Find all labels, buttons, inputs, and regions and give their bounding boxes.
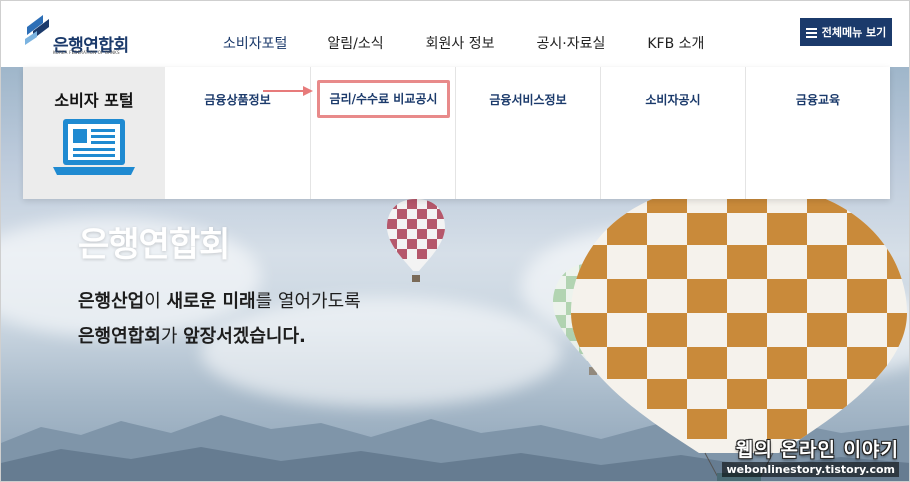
- laptop-icon: [53, 119, 135, 175]
- nav-kfb-about[interactable]: KFB 소개: [647, 33, 704, 53]
- annotation-arrow-icon: [263, 86, 313, 96]
- main-navigation: 소비자포털 알림/소식 회원사 정보 공시·자료실 KFB 소개: [223, 33, 704, 53]
- all-menu-button[interactable]: 전체메뉴 보기: [800, 18, 892, 46]
- kfb-logo[interactable]: 은행연합회 KOREA FEDERATION OF BANKS: [23, 11, 133, 56]
- watermark-url: webonlinestory.tistory.com: [722, 462, 899, 477]
- nav-member-info[interactable]: 회원사 정보: [426, 33, 495, 53]
- submenu-financial-services: 금융서비스정보: [455, 67, 600, 199]
- all-menu-label: 전체메뉴 보기: [821, 26, 887, 39]
- submenu-item-financial-services[interactable]: 금융서비스정보: [456, 91, 600, 108]
- logo-subtext: KOREA FEDERATION OF BANKS: [53, 50, 120, 55]
- submenu-financial-education: 금융교육: [745, 67, 890, 199]
- submenu-section-title: 소비자 포털: [54, 91, 134, 110]
- nav-consumer-portal[interactable]: 소비자포털: [223, 33, 287, 53]
- hero-title: 은행연합회: [78, 225, 230, 265]
- submenu-section-panel: 소비자 포털: [23, 67, 165, 199]
- consumer-portal-submenu: 소비자 포털 금융상품정보 금리/수수료 비교공시 금융서비스정보 소비자공시: [23, 67, 890, 199]
- submenu-consumer-disclosure: 소비자공시: [600, 67, 745, 199]
- small-balloon-image: [387, 199, 445, 282]
- blog-watermark: 웹의 온라인 이야기 webonlinestory.tistory.com: [722, 435, 899, 477]
- submenu-item-consumer-disclosure[interactable]: 소비자공시: [601, 91, 745, 108]
- page-frame: 은행연합회 은행산업이 새로운 미래를 열어가도록 은행연합회가 앞장서겠습니다…: [0, 0, 910, 482]
- nav-disclosure-library[interactable]: 공시·자료실: [537, 33, 606, 53]
- submenu-item-financial-education[interactable]: 금융교육: [746, 91, 890, 108]
- hero-text-line-2: 은행연합회가 앞장서겠습니다.: [78, 326, 306, 347]
- watermark-title: 웹의 온라인 이야기: [735, 439, 899, 461]
- hamburger-icon: [805, 27, 817, 38]
- submenu-item-rate-fee-comparison[interactable]: 금리/수수료 비교공시: [317, 80, 450, 118]
- nav-notices[interactable]: 알림/소식: [327, 33, 383, 53]
- submenu-rate-fee-comparison: 금리/수수료 비교공시: [310, 67, 455, 199]
- kfb-logo-mark-icon: [25, 15, 49, 45]
- site-header: 은행연합회 KOREA FEDERATION OF BANKS 소비자포털 알림…: [1, 1, 909, 67]
- hero-text-line-1: 은행산업이 새로운 미래를 열어가도록: [78, 291, 361, 312]
